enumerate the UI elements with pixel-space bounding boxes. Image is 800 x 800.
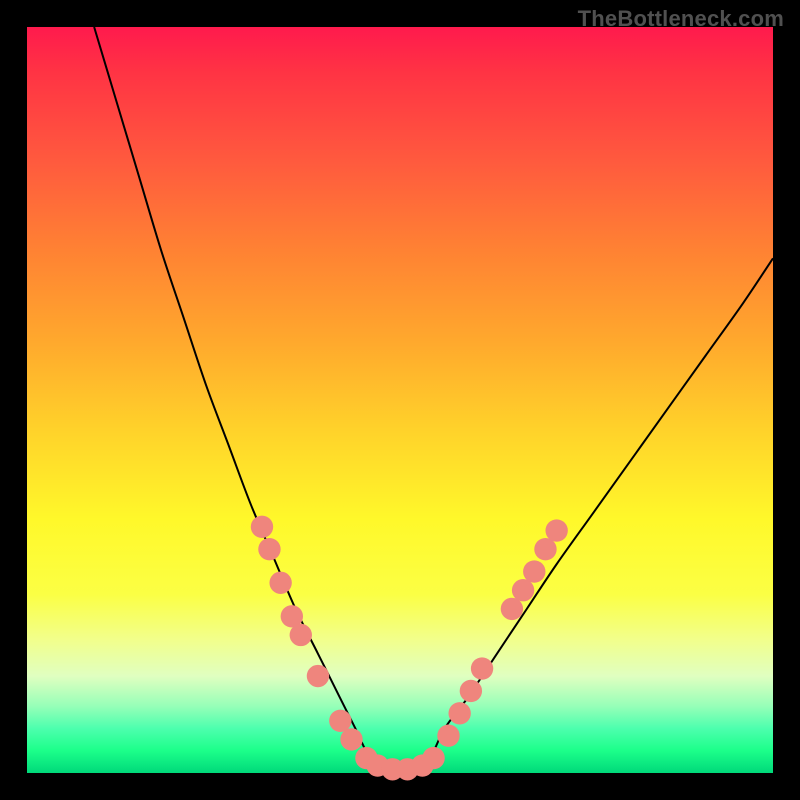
marker-dot	[501, 598, 523, 620]
watermark-text: TheBottleneck.com	[578, 6, 784, 32]
marker-dot	[448, 702, 470, 724]
marker-dot	[422, 747, 444, 769]
marker-dot	[523, 560, 545, 582]
chart-markers	[251, 516, 568, 781]
marker-dot	[269, 572, 291, 594]
bottleneck-curve	[94, 27, 773, 773]
marker-dot	[340, 728, 362, 750]
marker-dot	[251, 516, 273, 538]
marker-dot	[460, 680, 482, 702]
marker-dot	[307, 665, 329, 687]
marker-dot	[534, 538, 556, 560]
marker-dot	[471, 657, 493, 679]
chart-svg	[27, 27, 773, 773]
marker-dot	[290, 624, 312, 646]
marker-dot	[258, 538, 280, 560]
marker-dot	[329, 710, 351, 732]
chart-curves	[94, 27, 773, 773]
marker-dot	[437, 725, 459, 747]
chart-plot-area	[27, 27, 773, 773]
marker-dot	[545, 519, 567, 541]
marker-dot	[512, 579, 534, 601]
